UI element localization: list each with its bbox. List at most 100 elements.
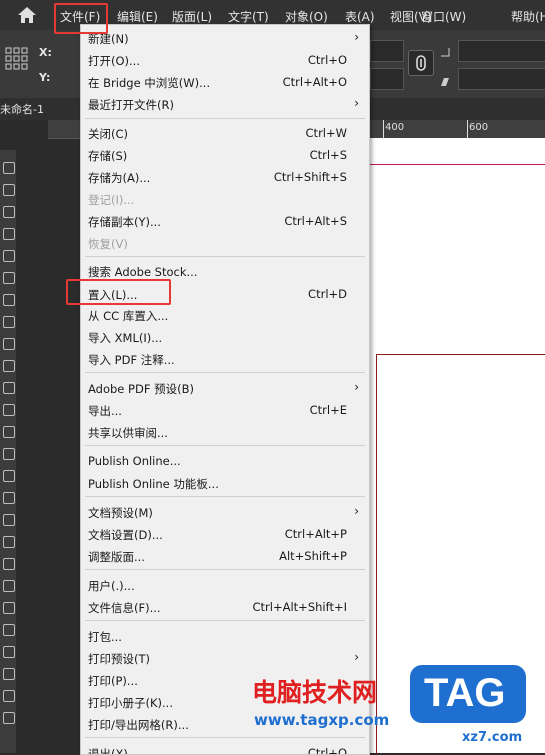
file-menu-item[interactable]: 共享以供审阅... (81, 422, 369, 444)
file-menu-item[interactable]: 存储(S) Ctrl+S (81, 145, 369, 167)
menu-item-shortcut: Ctrl+Alt+O (282, 75, 347, 89)
watermark-badge: TAG (410, 665, 526, 723)
height-field[interactable] (370, 68, 404, 90)
file-menu-item[interactable]: 导出... Ctrl+E (81, 400, 369, 422)
ruler-tick-label: 600 (469, 122, 489, 133)
file-menu-item[interactable]: Publish Online 功能板... (81, 473, 369, 495)
file-menu-item[interactable]: 文件信息(F)... Ctrl+Alt+Shift+I (81, 597, 369, 619)
tool-icon[interactable] (3, 206, 15, 218)
y-label: Y: (39, 71, 51, 84)
menu-item-label: 导出... (88, 404, 122, 418)
file-menu-item[interactable]: 导入 PDF 注释... (81, 349, 369, 371)
tool-icon[interactable] (3, 184, 15, 196)
menubar-item[interactable]: 编辑(E) (117, 8, 158, 25)
reference-point-icon[interactable] (4, 46, 30, 72)
tool-icon[interactable] (3, 404, 15, 416)
menu-separator (85, 118, 365, 119)
menubar-item[interactable]: 帮助(H) (511, 8, 545, 25)
file-menu: 新建(N) › 打开(O)... Ctrl+O 在 Bridge 中浏览(W)... Ct… (80, 24, 370, 755)
file-menu-item[interactable]: 文档预设(M) › (81, 502, 369, 524)
file-menu-item[interactable]: 在 Bridge 中浏览(W)... Ctrl+Alt+O (81, 72, 369, 94)
width-field[interactable] (370, 40, 404, 62)
menu-item-shortcut: Ctrl+Q (307, 746, 347, 755)
document-canvas[interactable] (368, 138, 545, 754)
file-menu-item[interactable]: 打印预设(T) › (81, 648, 369, 670)
tool-icon[interactable] (3, 162, 15, 174)
x-label: X: (39, 46, 52, 59)
tool-icon[interactable] (3, 448, 15, 460)
file-menu-item[interactable]: 退出(X) Ctrl+Q (81, 743, 369, 755)
tool-icon[interactable] (3, 294, 15, 306)
menu-item-shortcut: Ctrl+E (309, 403, 347, 417)
menu-separator (85, 737, 365, 738)
shear-icon (440, 72, 450, 86)
file-menu-item: 登记(I)... (81, 189, 369, 211)
file-menu-item[interactable]: 新建(N) › (81, 28, 369, 50)
tool-icon[interactable] (3, 492, 15, 504)
menu-item-label: 搜索 Adobe Stock... (88, 265, 198, 279)
menu-item-label: Publish Online... (88, 454, 181, 468)
menu-item-label: 打印/导出网格(R)... (88, 718, 189, 732)
tool-icon[interactable] (3, 426, 15, 438)
tool-icon[interactable] (3, 602, 15, 614)
menubar-item[interactable]: 表(A) (345, 8, 375, 25)
menu-item-shortcut: Ctrl+S (309, 148, 347, 162)
file-menu-item[interactable]: 调整版面... Alt+Shift+P (81, 546, 369, 568)
document-tab[interactable]: 未命名-1 (0, 101, 44, 117)
shear-field[interactable] (458, 68, 545, 90)
place-item-highlight (66, 279, 171, 305)
file-menu-item[interactable]: 打开(O)... Ctrl+O (81, 50, 369, 72)
menu-item-label: 登记(I)... (88, 193, 135, 207)
tool-icon[interactable] (3, 646, 15, 658)
watermark-title: 电脑技术网 (252, 678, 378, 707)
tool-icon[interactable] (3, 514, 15, 526)
menu-separator (85, 496, 365, 497)
menubar-item[interactable]: 版面(L) (172, 8, 212, 25)
tool-icon[interactable] (3, 470, 15, 482)
tool-icon[interactable] (3, 624, 15, 636)
angle-icon (440, 42, 450, 57)
tool-icon[interactable] (3, 338, 15, 350)
menubar-item[interactable]: 对象(O) (285, 8, 328, 25)
tool-icon[interactable] (3, 580, 15, 592)
tool-icon[interactable] (3, 360, 15, 372)
tool-icon[interactable] (3, 668, 15, 680)
tool-icon[interactable] (3, 250, 15, 262)
tool-icon[interactable] (3, 228, 15, 240)
home-icon[interactable] (16, 5, 38, 25)
tool-icon[interactable] (3, 712, 15, 724)
file-menu-item[interactable]: 用户(.)... (81, 575, 369, 597)
tool-icon[interactable] (3, 536, 15, 548)
file-menu-item[interactable]: 存储副本(Y)... Ctrl+Alt+S (81, 211, 369, 233)
rotation-field[interactable] (458, 40, 545, 62)
tool-icon[interactable] (3, 382, 15, 394)
file-menu-item[interactable]: 文档设置(D)... Ctrl+Alt+P (81, 524, 369, 546)
tool-icon[interactable] (3, 558, 15, 570)
file-menu-item[interactable]: 存储为(A)... Ctrl+Shift+S (81, 167, 369, 189)
menu-item-shortcut: Ctrl+D (308, 287, 347, 301)
menubar-item[interactable]: 文字(T) (228, 8, 269, 25)
menubar-item[interactable]: 窗口(W) (421, 8, 466, 25)
menu-item-label: 退出(X) (88, 747, 128, 755)
menu-item-label: 打印预设(T) (88, 652, 150, 666)
file-menu-highlight (54, 3, 108, 34)
file-menu-item[interactable]: 导入 XML(I)... (81, 327, 369, 349)
file-menu-item[interactable]: Publish Online... (81, 451, 369, 473)
tools-panel (0, 150, 16, 753)
ruler-tick-label: 400 (385, 122, 405, 133)
menu-item-label: Publish Online 功能板... (88, 477, 219, 491)
file-menu-item[interactable]: 最近打开文件(R) › (81, 94, 369, 116)
file-menu-item[interactable]: 打包... (81, 626, 369, 648)
menu-item-shortcut: Ctrl+W (305, 126, 347, 140)
file-menu-item[interactable]: Adobe PDF 预设(B) › (81, 378, 369, 400)
menu-item-label: 文档预设(M) (88, 506, 153, 520)
file-menu-item[interactable]: 关闭(C) Ctrl+W (81, 123, 369, 145)
tool-icon[interactable] (3, 316, 15, 328)
menu-item-label: 文档设置(D)... (88, 528, 163, 542)
tool-icon[interactable] (3, 690, 15, 702)
tool-icon[interactable] (3, 272, 15, 284)
watermark-site: xz7.com (462, 730, 523, 745)
chain-link-icon[interactable] (408, 50, 434, 76)
file-menu-item[interactable]: 从 CC 库置入... (81, 305, 369, 327)
menu-item-label: 文件信息(F)... (88, 601, 161, 615)
